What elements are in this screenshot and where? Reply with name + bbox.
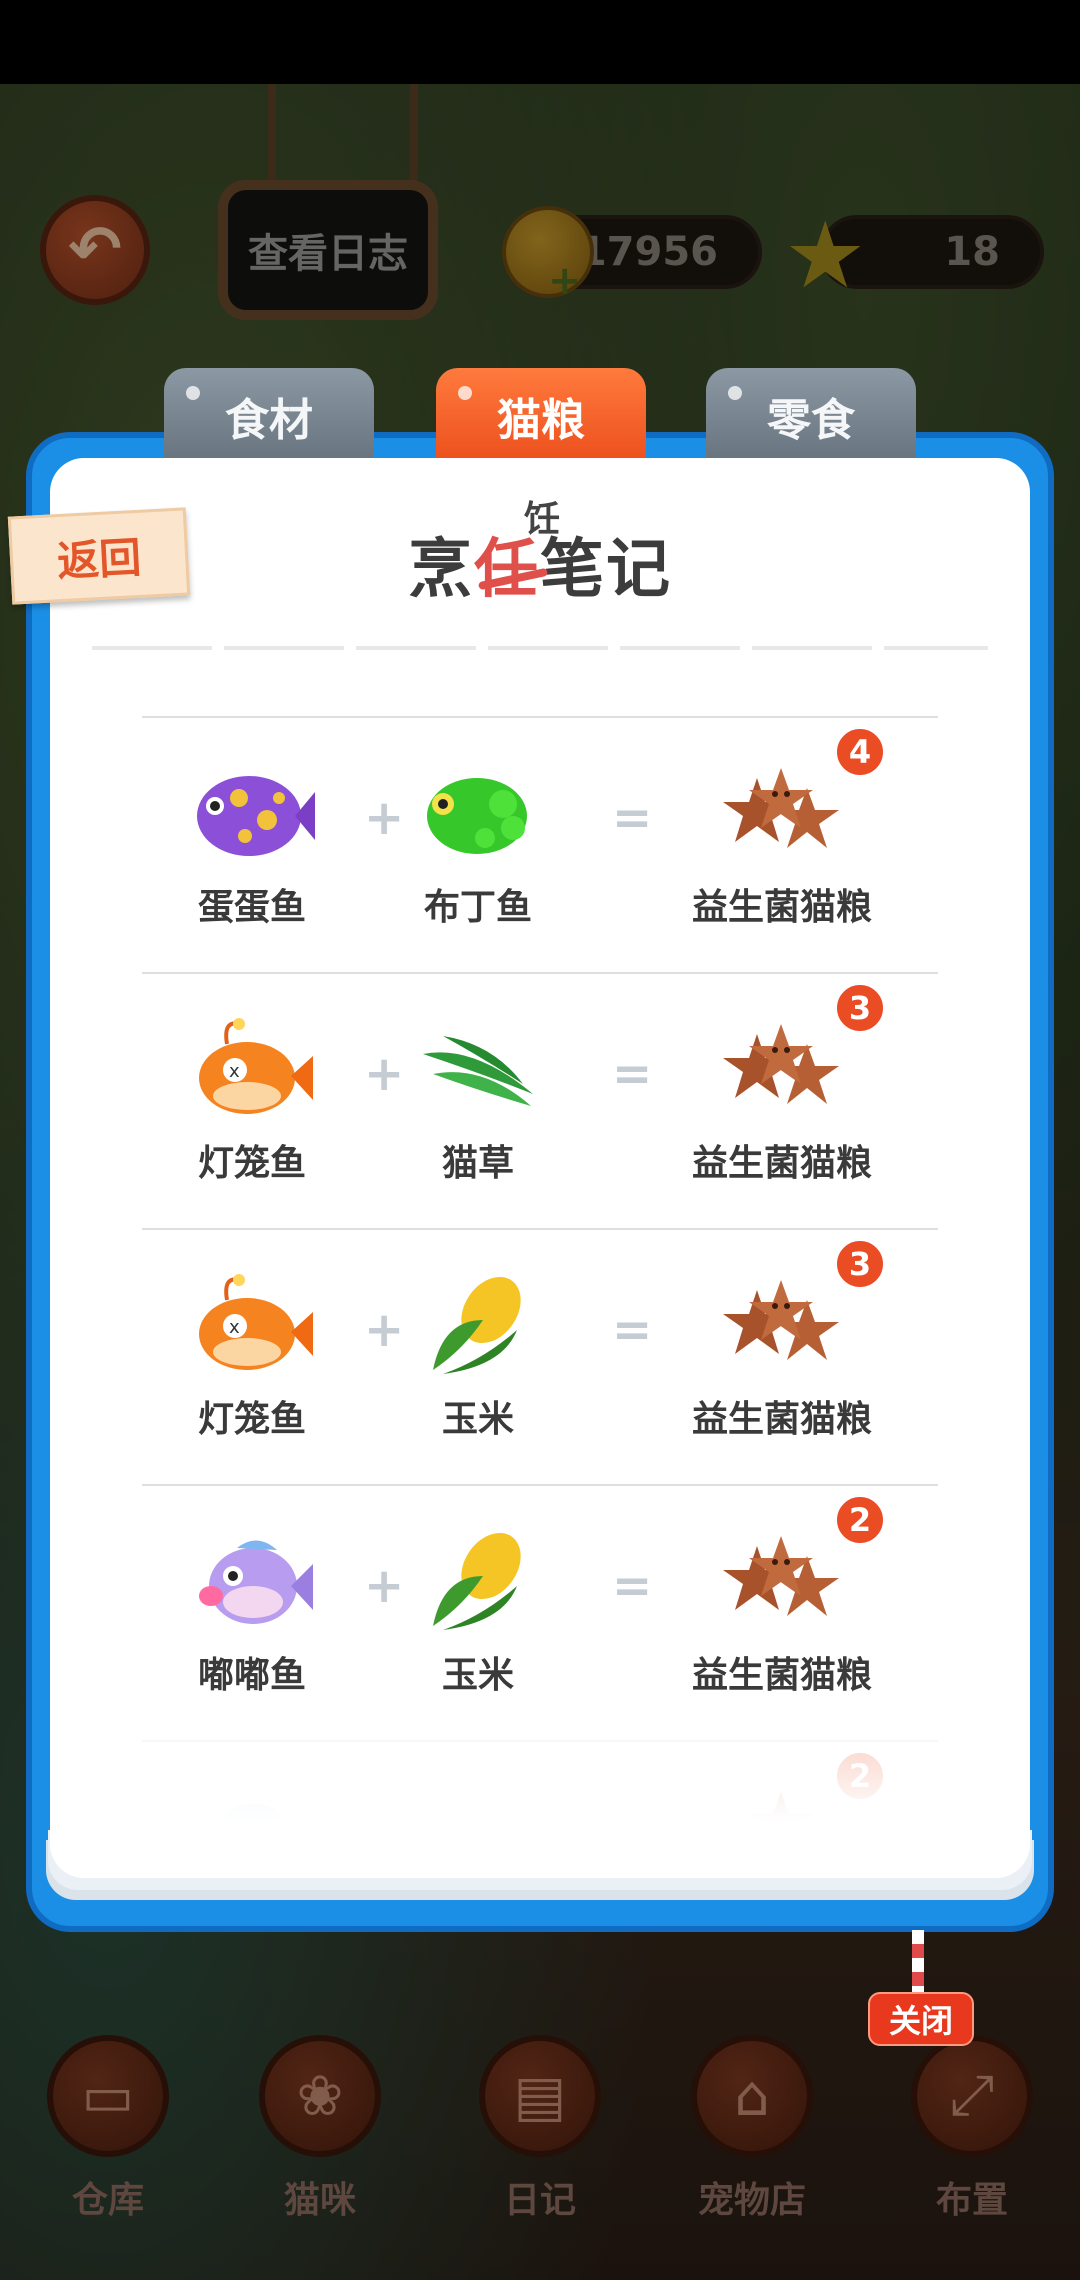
recipe-result: 益生菌猫粮 [672, 1014, 892, 1186]
title-divider [92, 646, 988, 650]
probiotic-cat-food-icon [717, 1270, 847, 1380]
ingredient-name: 灯笼鱼 [197, 1399, 306, 1440]
recipe-row[interactable]: x 灯笼鱼 + 玉米 = 益生菌猫粮 3 [142, 1228, 938, 1484]
tab-highlight [728, 386, 742, 400]
catnip-grass-icon [413, 1014, 543, 1124]
tab-snacks[interactable]: 零食 [706, 368, 916, 464]
svg-text:x: x [229, 1061, 240, 1082]
lantern-fish-icon: x [187, 1270, 317, 1380]
tab-highlight [458, 386, 472, 400]
recipe-row[interactable]: x 灯笼鱼 + 猫草 = 益生菌猫粮 3 [142, 972, 938, 1228]
lantern-fish-icon: x [187, 1014, 317, 1124]
result-name: 益生菌猫粮 [691, 1655, 872, 1696]
tab-label: 零食 [767, 395, 855, 446]
ingredient-b: 布丁鱼 [388, 758, 568, 930]
return-button[interactable]: 返回 [7, 507, 191, 605]
equals-sign: = [612, 1046, 653, 1102]
status-bar [0, 0, 1080, 84]
pudding-fish-icon [413, 758, 543, 868]
result-name: 益生菌猫粮 [691, 1143, 872, 1184]
egg-fish-icon [187, 758, 317, 868]
tab-label: 猫粮 [497, 395, 585, 446]
ingredient-name: 蛋蛋鱼 [197, 887, 306, 928]
svg-text:x: x [229, 1317, 240, 1338]
ingredient-name: 嘟嘟鱼 [197, 1655, 306, 1696]
corn-icon [413, 1270, 543, 1380]
count-badge: 2 [834, 1494, 886, 1546]
recipe-row[interactable]: 蛋蛋鱼 + 布丁鱼 = 益生菌猫粮 4 [142, 716, 938, 972]
ingredient-a: x 灯笼鱼 [162, 1014, 342, 1186]
probiotic-cat-food-icon [717, 758, 847, 868]
ingredient-a: x 灯笼鱼 [162, 1270, 342, 1442]
ingredient-name: 灯笼鱼 [197, 1143, 306, 1184]
title-correction: 饪 [523, 499, 560, 540]
count-badge: 3 [834, 1238, 886, 1290]
corn-icon [413, 1526, 543, 1636]
count-badge: 3 [834, 982, 886, 1034]
recipe-result: 益生菌猫粮 [672, 758, 892, 930]
close-button[interactable]: 关闭 [868, 1992, 974, 2046]
ingredient-name: 布丁鱼 [423, 887, 532, 928]
tab-highlight [186, 386, 200, 400]
equals-sign: = [612, 1302, 653, 1358]
result-name: 益生菌猫粮 [691, 1399, 872, 1440]
tab-ingredients[interactable]: 食材 [164, 368, 374, 464]
tab-label: 食材 [225, 395, 313, 446]
ingredient-a: 蛋蛋鱼 [162, 758, 342, 930]
recipe-list[interactable]: 蛋蛋鱼 + 布丁鱼 = 益生菌猫粮 4 x 灯笼鱼 + 猫草 = 益生菌猫粮 3… [50, 700, 1030, 1840]
count-badge: 4 [834, 726, 886, 778]
probiotic-cat-food-icon [717, 1014, 847, 1124]
ingredient-a: 嘟嘟鱼 [162, 1526, 342, 1698]
result-name: 益生菌猫粮 [691, 887, 872, 928]
ingredient-name: 玉米 [441, 1399, 514, 1440]
tab-cat-food[interactable]: 猫粮 [436, 368, 646, 464]
ingredient-b: 玉米 [388, 1270, 568, 1442]
equals-sign: = [612, 1558, 653, 1614]
equals-sign: = [612, 790, 653, 846]
recipe-result: 益生菌猫粮 [672, 1270, 892, 1442]
ingredient-name: 猫草 [441, 1143, 514, 1184]
ingredient-name: 玉米 [441, 1655, 514, 1696]
dudu-fish-icon [187, 1526, 317, 1636]
list-fade [50, 1700, 1030, 1850]
recipe-result: 益生菌猫粮 [672, 1526, 892, 1698]
ingredient-b: 玉米 [388, 1526, 568, 1698]
probiotic-cat-food-icon [717, 1526, 847, 1636]
ingredient-b: 猫草 [388, 1014, 568, 1186]
